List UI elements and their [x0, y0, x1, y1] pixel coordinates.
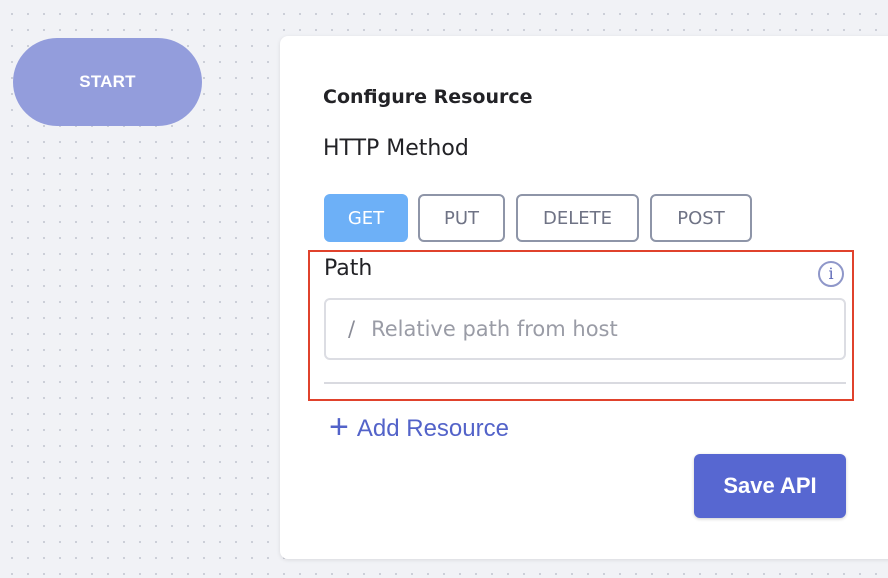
- save-api-button[interactable]: Save API: [694, 454, 846, 518]
- path-input-field[interactable]: /: [324, 298, 846, 360]
- http-method-label: HTTP Method: [323, 136, 469, 161]
- path-label: Path: [324, 256, 373, 281]
- save-api-label: Save API: [723, 473, 817, 498]
- add-resource-label: Add Resource: [356, 414, 509, 442]
- method-delete-button[interactable]: DELETE: [516, 194, 639, 242]
- start-node-label: START: [79, 72, 136, 91]
- configure-resource-panel: Configure Resource HTTP Method GET PUT D…: [280, 36, 888, 559]
- add-resource-button[interactable]: + Add Resource: [329, 408, 509, 446]
- method-post-button[interactable]: POST: [650, 194, 752, 242]
- path-section: Path i /: [308, 250, 854, 401]
- method-get-button[interactable]: GET: [324, 194, 408, 242]
- path-prefix: /: [348, 317, 356, 341]
- plus-icon: +: [329, 408, 349, 446]
- method-put-button[interactable]: PUT: [418, 194, 505, 242]
- path-input[interactable]: [369, 316, 814, 342]
- panel-title: Configure Resource: [323, 86, 533, 108]
- info-icon[interactable]: i: [818, 261, 844, 287]
- start-node[interactable]: START: [13, 38, 202, 126]
- divider: [324, 382, 846, 384]
